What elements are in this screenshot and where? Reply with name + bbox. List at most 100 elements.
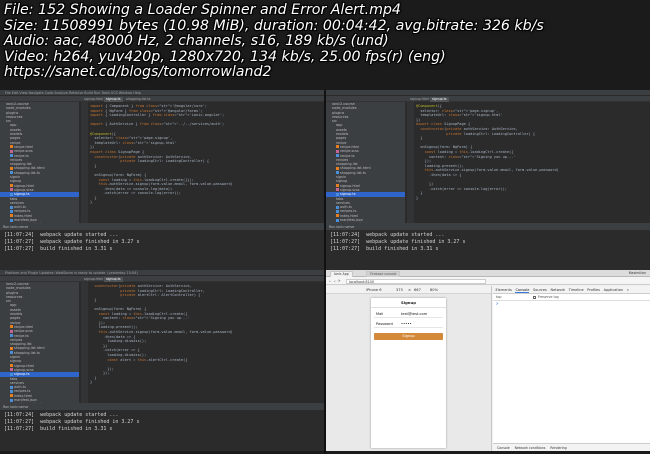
- signup-button[interactable]: Signup: [374, 333, 443, 340]
- devtools-tab[interactable]: Sources: [533, 288, 547, 292]
- file-icon: [10, 209, 13, 213]
- devtools-panel: Elements Console Sources Network Timelin…: [493, 286, 650, 451]
- code-lines: @Component({ selector: class="str">'page…: [416, 104, 559, 200]
- folder-icon: [6, 381, 9, 384]
- file-icon: [10, 154, 13, 158]
- file-icon: [336, 184, 339, 188]
- devtools-tabs: Elements Console Sources Network Timelin…: [493, 286, 650, 294]
- preserve-log-label: Preserve log: [537, 295, 559, 299]
- device-toolbar: iPhone 6 375 × 667 80%: [326, 286, 491, 294]
- file-icon: [10, 184, 13, 188]
- folder-icon: [6, 313, 9, 316]
- code-line: this.authService.signup(form.value.email…: [98, 329, 233, 334]
- devtools-tab[interactable]: Timeline: [569, 288, 584, 292]
- folder-icon: [2, 107, 5, 110]
- folder-icon: [6, 176, 9, 179]
- folder-icon: [332, 133, 335, 136]
- terminal-line: [11:07:24] webpack update started ...: [4, 232, 119, 238]
- info-video: Video: h264, yuv420p, 1280x720, 134 kb/s…: [4, 48, 446, 65]
- folder-icon: [328, 115, 331, 118]
- terminal-line: [11:07:27] webpack update finished in 3.…: [4, 419, 140, 426]
- folder-icon: [332, 141, 335, 144]
- frame-ide-3: Platform and Plugin Updates: WebStorm is…: [0, 270, 324, 451]
- code-line: import { AuthService } from class="str">…: [90, 122, 225, 127]
- file-icon: [336, 188, 339, 192]
- file-icon: [10, 394, 13, 398]
- info-url: https://sanet.cd/blogs/tomorrowland2: [4, 64, 272, 81]
- devtools-tab[interactable]: Profiles: [587, 288, 600, 292]
- email-field[interactable]: Mail test@test.com: [374, 310, 443, 318]
- drawer-tab-rendering[interactable]: Rendering: [550, 446, 566, 450]
- file-icon: [10, 218, 13, 222]
- folder-icon: [6, 317, 9, 320]
- folder-icon: [6, 133, 9, 136]
- terminal-line: [11:07:24] webpack update started ...: [4, 412, 119, 418]
- folder-icon: [2, 120, 5, 123]
- folder-icon: [6, 180, 9, 183]
- folder-icon: [6, 158, 9, 161]
- menu-items[interactable]: File Edit View Navigate Code Analyze Ref…: [5, 91, 141, 95]
- editor-gutter: [81, 102, 88, 223]
- drawer-tab-console[interactable]: Console: [497, 446, 510, 450]
- file-icon: [10, 385, 13, 389]
- folder-icon: [6, 338, 9, 341]
- file-icon: [10, 149, 13, 153]
- devtools-tab[interactable]: Application: [604, 288, 624, 292]
- console-prompt[interactable]: >: [493, 301, 650, 307]
- file-icon: [336, 145, 339, 149]
- terminal-line: [11:07:24] webpack update started ...: [330, 232, 445, 238]
- folder-icon: [2, 283, 5, 286]
- update-notice[interactable]: Platform and Plugin Updates: WebStorm is…: [5, 271, 138, 275]
- code-editor[interactable]: constructor(private authService: AuthSer…: [81, 282, 324, 403]
- nav-arrows-icon[interactable]: ← → ⟳: [329, 279, 341, 283]
- zoom-select[interactable]: 80%: [430, 288, 438, 292]
- folder-icon: [2, 111, 5, 114]
- devtools-drawer: Console Network conditions Rendering: [493, 443, 650, 451]
- file-icon: [10, 214, 13, 218]
- terminal-line: [11:07:27] build finished in 3.31 s: [4, 426, 113, 433]
- folder-icon: [328, 111, 331, 114]
- devtools-tab[interactable]: Elements: [496, 288, 512, 292]
- code-line: import { LoadingController } from class=…: [90, 113, 225, 118]
- url-field[interactable]: localhost:8100: [346, 278, 486, 284]
- device-width[interactable]: 375: [396, 288, 403, 292]
- folder-icon: [6, 308, 9, 311]
- dimension-separator: ×: [408, 288, 412, 292]
- info-size: Size: 11508991 bytes (10.98 MiB), durati…: [4, 17, 544, 34]
- terminal-output: [11:07:24] webpack update started ... [1…: [0, 410, 324, 436]
- preserve-log-checkbox[interactable]: [532, 295, 536, 299]
- password-value[interactable]: •••••: [401, 320, 412, 328]
- code-editor[interactable]: @Component({ selector: class="str">'page…: [407, 102, 650, 223]
- code-editor[interactable]: import { Component } from class="str">'@…: [81, 102, 324, 223]
- terminal-line: [11:07:27] webpack update finished in 3.…: [4, 239, 140, 246]
- file-icon: [336, 209, 339, 213]
- project-tree: ionic2-course node_modules plugins resource…: [0, 102, 80, 223]
- frame-browser: Ionic App Firebase console Maximilian ← …: [326, 270, 650, 451]
- code-lines: constructor(private authService: AuthSer…: [90, 284, 233, 385]
- editor-gutter: [81, 282, 88, 403]
- file-icon: [10, 205, 13, 209]
- file-icon: [10, 389, 13, 393]
- password-field[interactable]: Password •••••: [374, 320, 443, 328]
- run-panel: Run ionic:serve [11:07:24] webpack updat…: [0, 223, 324, 271]
- file-icon: [10, 351, 13, 355]
- device-height[interactable]: 667: [414, 288, 421, 292]
- file-icon: [336, 166, 339, 170]
- email-value[interactable]: test@test.com: [401, 310, 427, 318]
- file-icon: [10, 188, 13, 192]
- more-tabs-icon[interactable]: »: [627, 288, 629, 292]
- devtools-tab[interactable]: Network: [550, 288, 565, 292]
- folder-icon: [332, 180, 335, 183]
- device-select[interactable]: iPhone 6: [366, 288, 382, 292]
- folder-icon: [332, 163, 335, 166]
- folder-icon: [6, 197, 9, 200]
- folder-icon: [6, 128, 9, 131]
- folder-icon: [6, 201, 9, 204]
- folder-icon: [6, 321, 9, 324]
- file-icon: [336, 192, 339, 196]
- drawer-tab-network-conditions[interactable]: Network conditions: [515, 446, 546, 450]
- devtools-tab-console[interactable]: Console: [515, 288, 530, 293]
- project-tree: ionic2-course node_modules plugins resource…: [0, 282, 80, 403]
- folder-icon: [6, 360, 9, 363]
- context-select[interactable]: top: [496, 295, 502, 299]
